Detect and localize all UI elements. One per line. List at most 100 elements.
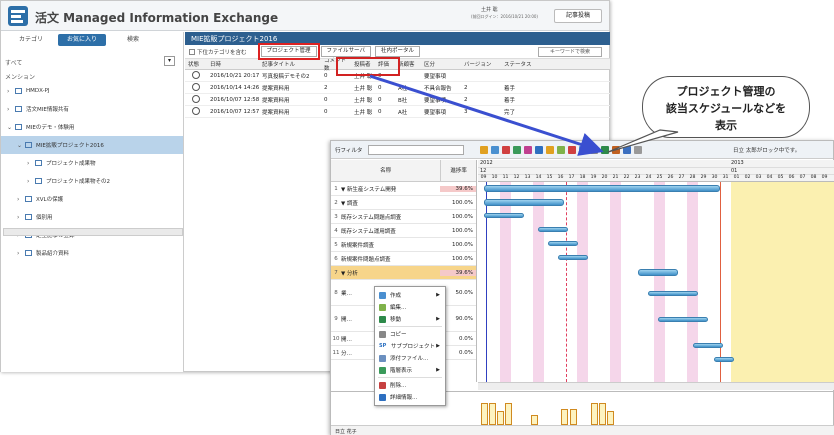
gantt-tool-icon[interactable] <box>535 145 544 154</box>
gantt-bars-area[interactable] <box>478 182 834 382</box>
day-label: 05 <box>777 175 784 180</box>
list-column-header[interactable]: 新顧客 <box>395 60 421 68</box>
gantt-tool-icon[interactable] <box>513 145 522 154</box>
gantt-tool-icon[interactable] <box>623 145 632 154</box>
article-row[interactable]: 2016/10/07 12:58 提案資料用 0 土井 聡 0 B社 要望事項 2 着手 <box>185 94 610 106</box>
weekend-column <box>500 182 511 382</box>
file-server-button[interactable]: ファイルサーバ <box>320 46 371 57</box>
context-menu-item[interactable]: コピー <box>375 328 445 340</box>
gantt-tool-icon[interactable] <box>524 145 533 154</box>
list-column-header[interactable]: 日時 <box>207 60 259 68</box>
keyword-search-input[interactable]: キーワードで検索 <box>538 47 602 57</box>
gantt-task-row[interactable]: 5 新規案件調査 100.0% <box>331 238 476 252</box>
article-row[interactable]: 2016/10/21 20:17 写真投稿デモその2 0 土井 聡 0 要望事項 <box>185 70 610 82</box>
callout-line: プロジェクト管理の <box>676 85 776 98</box>
sidebar-tab[interactable]: お気に入り <box>58 34 106 46</box>
context-menu-item[interactable]: 添付ファイル... <box>375 352 445 364</box>
sidebar-tree-item[interactable]: › 製品紹介資料 <box>1 244 183 262</box>
gantt-task-row[interactable]: 3 既存システム問題点調査 100.0% <box>331 210 476 224</box>
sidebar-tab[interactable]: カテゴリ <box>7 34 55 46</box>
sidebar-tree-item[interactable]: ⌄ MIE拡販プロジェクト2016 <box>1 136 183 154</box>
article-cell: 0 <box>324 108 328 115</box>
day-label: 28 <box>689 175 696 180</box>
article-row[interactable]: 2016/10/07 12:57 提案資料用 0 土井 聡 0 A社 要望事項 3 完了 <box>185 106 610 118</box>
gantt-task-row[interactable]: 4 既存システム運用調査 100.0% <box>331 224 476 238</box>
list-column-header[interactable]: 状態 <box>185 60 207 68</box>
task-number: 6 <box>334 255 338 262</box>
sidebar-tree-item[interactable]: › 個別用 <box>1 208 183 226</box>
expand-chevron-icon[interactable]: › <box>7 106 15 113</box>
expand-chevron-icon[interactable]: › <box>17 214 25 221</box>
list-column-header[interactable]: バージョン <box>461 60 501 68</box>
gantt-tool-icon[interactable] <box>480 145 489 154</box>
sidebar-tree-item[interactable]: ⌄ MIEのデモ・体験用 <box>1 118 183 136</box>
context-menu-item[interactable]: 削除... <box>375 379 445 391</box>
expand-chevron-icon[interactable]: › <box>17 196 25 203</box>
list-column-header[interactable]: 投稿者 <box>351 60 375 68</box>
menu-item-label: 詳細情報... <box>390 395 418 401</box>
gantt-tool-icon[interactable] <box>590 145 599 154</box>
article-cell: 0 <box>324 96 328 103</box>
menu-separator <box>378 326 442 327</box>
list-column-header[interactable]: 記事タイトル <box>259 60 321 68</box>
tree-item-label: XVLの保護 <box>36 197 64 203</box>
menu-item-icon <box>379 330 386 338</box>
expand-chevron-icon[interactable]: › <box>27 178 35 185</box>
gantt-task-row[interactable]: 2 ▼ 調査 100.0% <box>331 196 476 210</box>
task-progress: 100.0% <box>452 241 473 248</box>
gantt-tool-icon[interactable] <box>601 145 610 154</box>
context-menu-item[interactable]: SP サブプロジェクト ▶ <box>375 340 445 352</box>
context-menu-item[interactable]: 階層表示 ▶ <box>375 364 445 376</box>
status-cell <box>185 94 207 105</box>
list-column-header[interactable]: ステータス <box>501 60 557 68</box>
expand-chevron-icon[interactable]: › <box>27 160 35 167</box>
expand-chevron-icon[interactable]: › <box>17 250 25 257</box>
project-title-bar: MIE拡販プロジェクト2016 <box>185 32 610 45</box>
gantt-tool-icon[interactable] <box>491 145 500 154</box>
post-article-button[interactable]: 記事投稿 <box>554 9 602 23</box>
histogram-bar <box>561 409 568 425</box>
context-menu-item[interactable]: 移動 ▶ <box>375 313 445 325</box>
list-column-header[interactable]: 評価 <box>375 60 395 68</box>
task-progress: 100.0% <box>452 213 473 220</box>
row-filter-input[interactable] <box>368 144 465 155</box>
context-menu-item[interactable]: 詳細情報... <box>375 391 445 403</box>
gantt-tool-icon[interactable] <box>612 145 621 154</box>
intranet-portal-button[interactable]: 社内ポータル <box>374 46 420 57</box>
gantt-tool-icon[interactable] <box>568 145 577 154</box>
list-column-header[interactable]: 区分 <box>421 60 461 68</box>
gantt-tool-icon[interactable] <box>546 145 555 154</box>
expand-chevron-icon[interactable]: ⌄ <box>7 124 15 131</box>
sidebar-tree-item[interactable]: › プロジェクト成果物 <box>1 154 183 172</box>
include-subcategory-checkbox[interactable]: 下位カテゴリを含む <box>189 48 247 56</box>
gantt-tool-icon[interactable] <box>502 145 511 154</box>
sidebar-tree-item[interactable]: › XVLの保護 <box>1 190 183 208</box>
gantt-tool-icon[interactable] <box>634 145 643 154</box>
month-label: 01 <box>731 168 738 174</box>
user-name[interactable]: 土井 聡 <box>481 6 498 14</box>
gantt-task-row[interactable]: 1 ▼ 新生産システム開発 39.6% <box>331 182 476 196</box>
histogram-bar <box>531 415 538 425</box>
expand-chevron-icon[interactable]: ⌄ <box>17 142 25 149</box>
status-cell <box>185 82 207 93</box>
task-progress: 39.6% <box>440 185 476 192</box>
gantt-tool-icon[interactable] <box>579 145 588 154</box>
project-management-button[interactable]: プロジェクト管理 <box>257 43 320 60</box>
menu-item-label: 階層表示 <box>390 368 413 374</box>
gantt-task-row[interactable]: 6 新規案件問題点調査 100.0% <box>331 252 476 266</box>
article-row[interactable]: 2016/10/14 14:26 提案資料用 2 土井 聡 0 A社 不具合報告 2 着手 <box>185 82 610 94</box>
expand-chevron-icon[interactable]: › <box>7 88 15 95</box>
sidebar-horizontal-scrollbar[interactable] <box>3 228 183 236</box>
sidebar-tree-item[interactable]: › 活文MIE情報共有 <box>1 100 183 118</box>
context-menu-item[interactable]: 編集... <box>375 301 445 313</box>
sidebar-tree-item[interactable]: › HMDX-PJ <box>1 82 183 100</box>
task-progress: 100.0% <box>452 199 473 206</box>
gantt-task-row[interactable]: 7 ▼ 分析 39.6% <box>331 266 476 280</box>
sidebar-tree-item[interactable]: › プロジェクト成果物その2 <box>1 172 183 190</box>
filter-dropdown-icon[interactable]: ▾ <box>164 56 175 66</box>
sidebar-tab[interactable]: 検索 <box>109 34 157 46</box>
submenu-arrow-icon: ▶ <box>436 292 440 298</box>
gantt-horizontal-scrollbar[interactable] <box>478 382 834 390</box>
context-menu-item[interactable]: 作成 ▶ <box>375 289 445 301</box>
gantt-tool-icon[interactable] <box>557 145 566 154</box>
